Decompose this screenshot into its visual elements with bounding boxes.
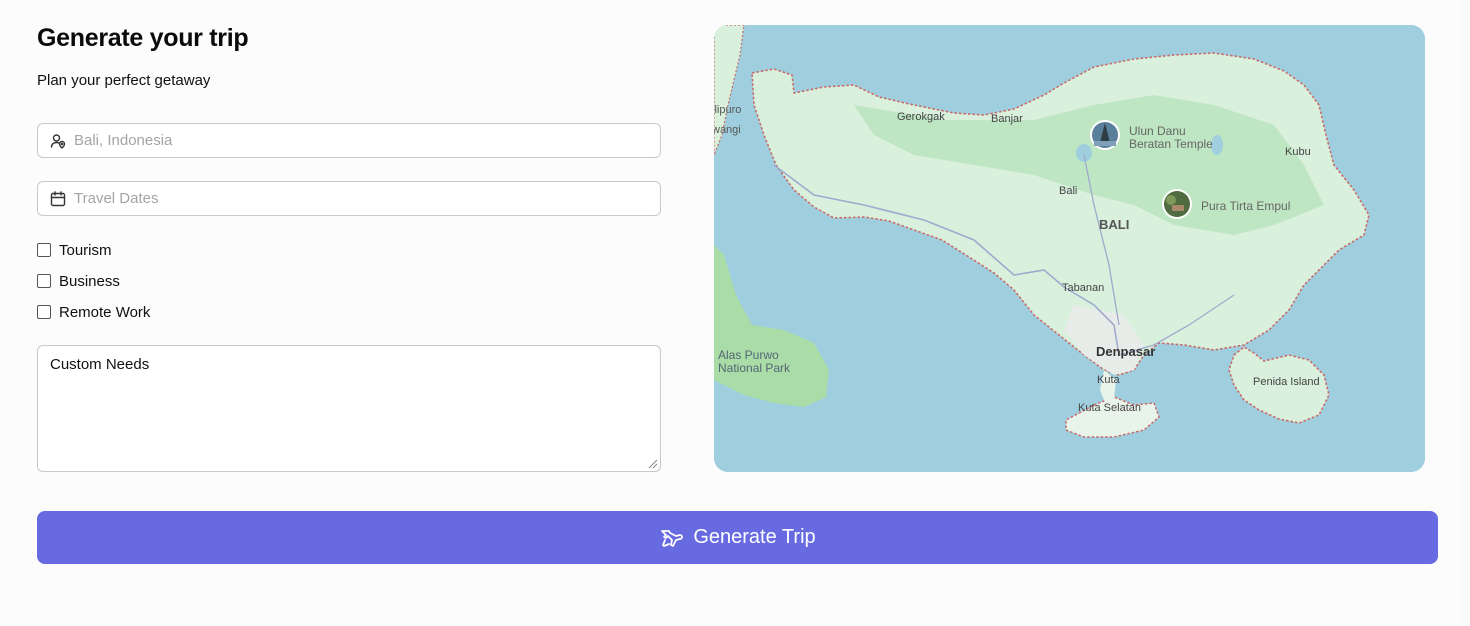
generate-trip-label: Generate Trip xyxy=(693,526,816,548)
map-label-kubu: Kubu xyxy=(1285,146,1311,158)
tourism-checkbox[interactable] xyxy=(37,243,51,257)
custom-needs-textarea[interactable] xyxy=(38,346,660,471)
lake-beratan xyxy=(1076,144,1092,162)
remote-work-checkbox[interactable] xyxy=(37,305,51,319)
map-label-ilipuro: ilipuro xyxy=(714,104,741,116)
page-title: Generate your trip xyxy=(37,24,249,52)
map-label-ulun-danu-2: Beratan Temple xyxy=(1129,137,1213,151)
business-checkbox[interactable] xyxy=(37,274,51,288)
map-label-bali-small: Bali xyxy=(1059,185,1077,197)
purpose-remote-work[interactable]: Remote Work xyxy=(37,302,150,322)
map-label-denpasar: Denpasar xyxy=(1096,344,1155,359)
purpose-tourism[interactable]: Tourism xyxy=(37,240,150,260)
resize-grip-icon[interactable] xyxy=(646,457,658,469)
trip-form-panel: Generate your trip Plan your perfect get… xyxy=(0,0,1462,626)
map-label-ulun-danu-1: Ulun Danu xyxy=(1129,124,1186,138)
plane-icon xyxy=(659,526,684,550)
map-label-gerokgak: Gerokgak xyxy=(897,111,945,123)
custom-needs-field[interactable] xyxy=(37,345,661,472)
map-label-kuta: Kuta xyxy=(1097,374,1121,386)
destination-field[interactable] xyxy=(37,123,661,158)
remote-work-label: Remote Work xyxy=(59,303,151,321)
page-subtitle: Plan your perfect getaway xyxy=(37,72,211,89)
calendar-icon xyxy=(50,190,66,207)
pura-tirta-empul-marker[interactable] xyxy=(1162,189,1192,219)
ulun-danu-marker[interactable] xyxy=(1090,120,1120,150)
travel-dates-field[interactable] xyxy=(37,181,661,216)
map-label-banjar: Banjar xyxy=(991,113,1023,125)
map-label-alas-purwo-2: National Park xyxy=(718,361,791,375)
business-label: Business xyxy=(59,272,120,290)
generate-trip-button[interactable]: Generate Trip xyxy=(37,511,1438,564)
user-location-icon xyxy=(50,133,66,149)
destination-input[interactable] xyxy=(74,132,660,149)
tourism-label: Tourism xyxy=(59,241,112,259)
map-label-kuta-selatan: Kuta Selatan xyxy=(1078,402,1141,414)
map-label-bali-region: BALI xyxy=(1099,217,1129,232)
trip-purpose-group: Tourism Business Remote Work xyxy=(37,240,150,333)
map-label-tabanan: Tabanan xyxy=(1062,282,1104,294)
travel-dates-input[interactable] xyxy=(74,190,660,207)
map-label-wangi: wangi xyxy=(714,124,741,136)
map-label-alas-purwo-1: Alas Purwo xyxy=(718,348,779,362)
map-label-pura-tirta-empul: Pura Tirta Empul xyxy=(1201,199,1290,213)
destination-map[interactable]: ilipuro wangi Gerokgak Banjar Ulun Danu … xyxy=(714,25,1425,472)
purpose-business[interactable]: Business xyxy=(37,271,150,291)
map-label-penida-island: Penida Island xyxy=(1253,376,1320,388)
